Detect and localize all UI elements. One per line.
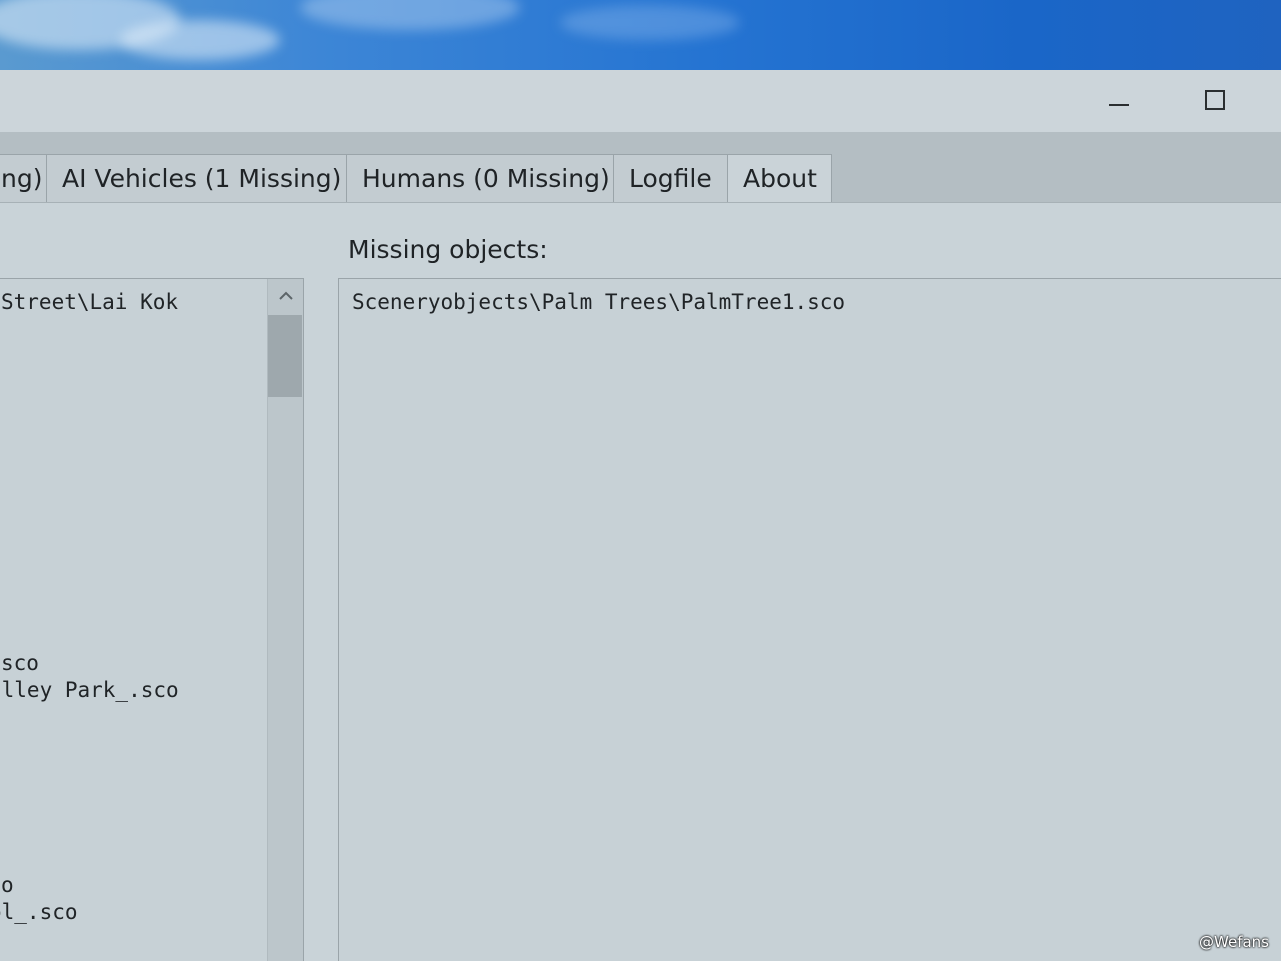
tab-label: ng) <box>1 164 43 193</box>
list-item[interactable]: ol_.sco <box>0 899 78 925</box>
tab-logfile[interactable]: Logfile <box>613 154 728 202</box>
chevron-up-icon <box>278 291 293 300</box>
tab-label: About <box>743 164 817 193</box>
list-item[interactable]: o <box>1 872 14 898</box>
tab-humans[interactable]: Humans (0 Missing) <box>346 154 614 202</box>
tab-content-panel: Missing objects: Street\Lai Kok sco alle… <box>0 202 1281 961</box>
scrollbar-thumb[interactable] <box>268 315 302 397</box>
list-item[interactable]: alley Park_.sco <box>0 677 179 703</box>
maximize-icon <box>1205 90 1225 110</box>
minimize-icon <box>1109 104 1129 106</box>
minimize-button[interactable] <box>1096 84 1142 116</box>
maximize-button[interactable] <box>1192 84 1238 116</box>
vertical-scrollbar[interactable] <box>267 279 303 961</box>
watermark: @Wefans <box>1199 933 1269 951</box>
tab-label: Humans (0 Missing) <box>362 164 610 193</box>
title-bar <box>0 70 1281 132</box>
scroll-up-button[interactable] <box>268 279 303 313</box>
missing-objects-label: Missing objects: <box>348 235 548 264</box>
tab-ai-vehicles[interactable]: AI Vehicles (1 Missing) <box>46 154 347 202</box>
list-item[interactable]: sco <box>1 650 39 676</box>
desktop-wallpaper <box>0 0 1281 70</box>
tab-partial-left[interactable]: ng) <box>0 154 47 202</box>
list-item[interactable]: Sceneryobjects\Palm Trees\PalmTree1.sco <box>352 289 845 315</box>
list-item[interactable]: Street\Lai Kok <box>1 289 178 315</box>
tab-about[interactable]: About <box>727 154 832 202</box>
application-window: ng) AI Vehicles (1 Missing) Humans (0 Mi… <box>0 70 1281 961</box>
object-list[interactable]: Street\Lai Kok sco alley Park_.sco o ol_… <box>0 278 304 961</box>
tab-label: AI Vehicles (1 Missing) <box>62 164 342 193</box>
tab-label: Logfile <box>629 164 712 193</box>
missing-objects-list[interactable]: Sceneryobjects\Palm Trees\PalmTree1.sco <box>338 278 1281 961</box>
tab-strip: ng) AI Vehicles (1 Missing) Humans (0 Mi… <box>0 132 1281 202</box>
